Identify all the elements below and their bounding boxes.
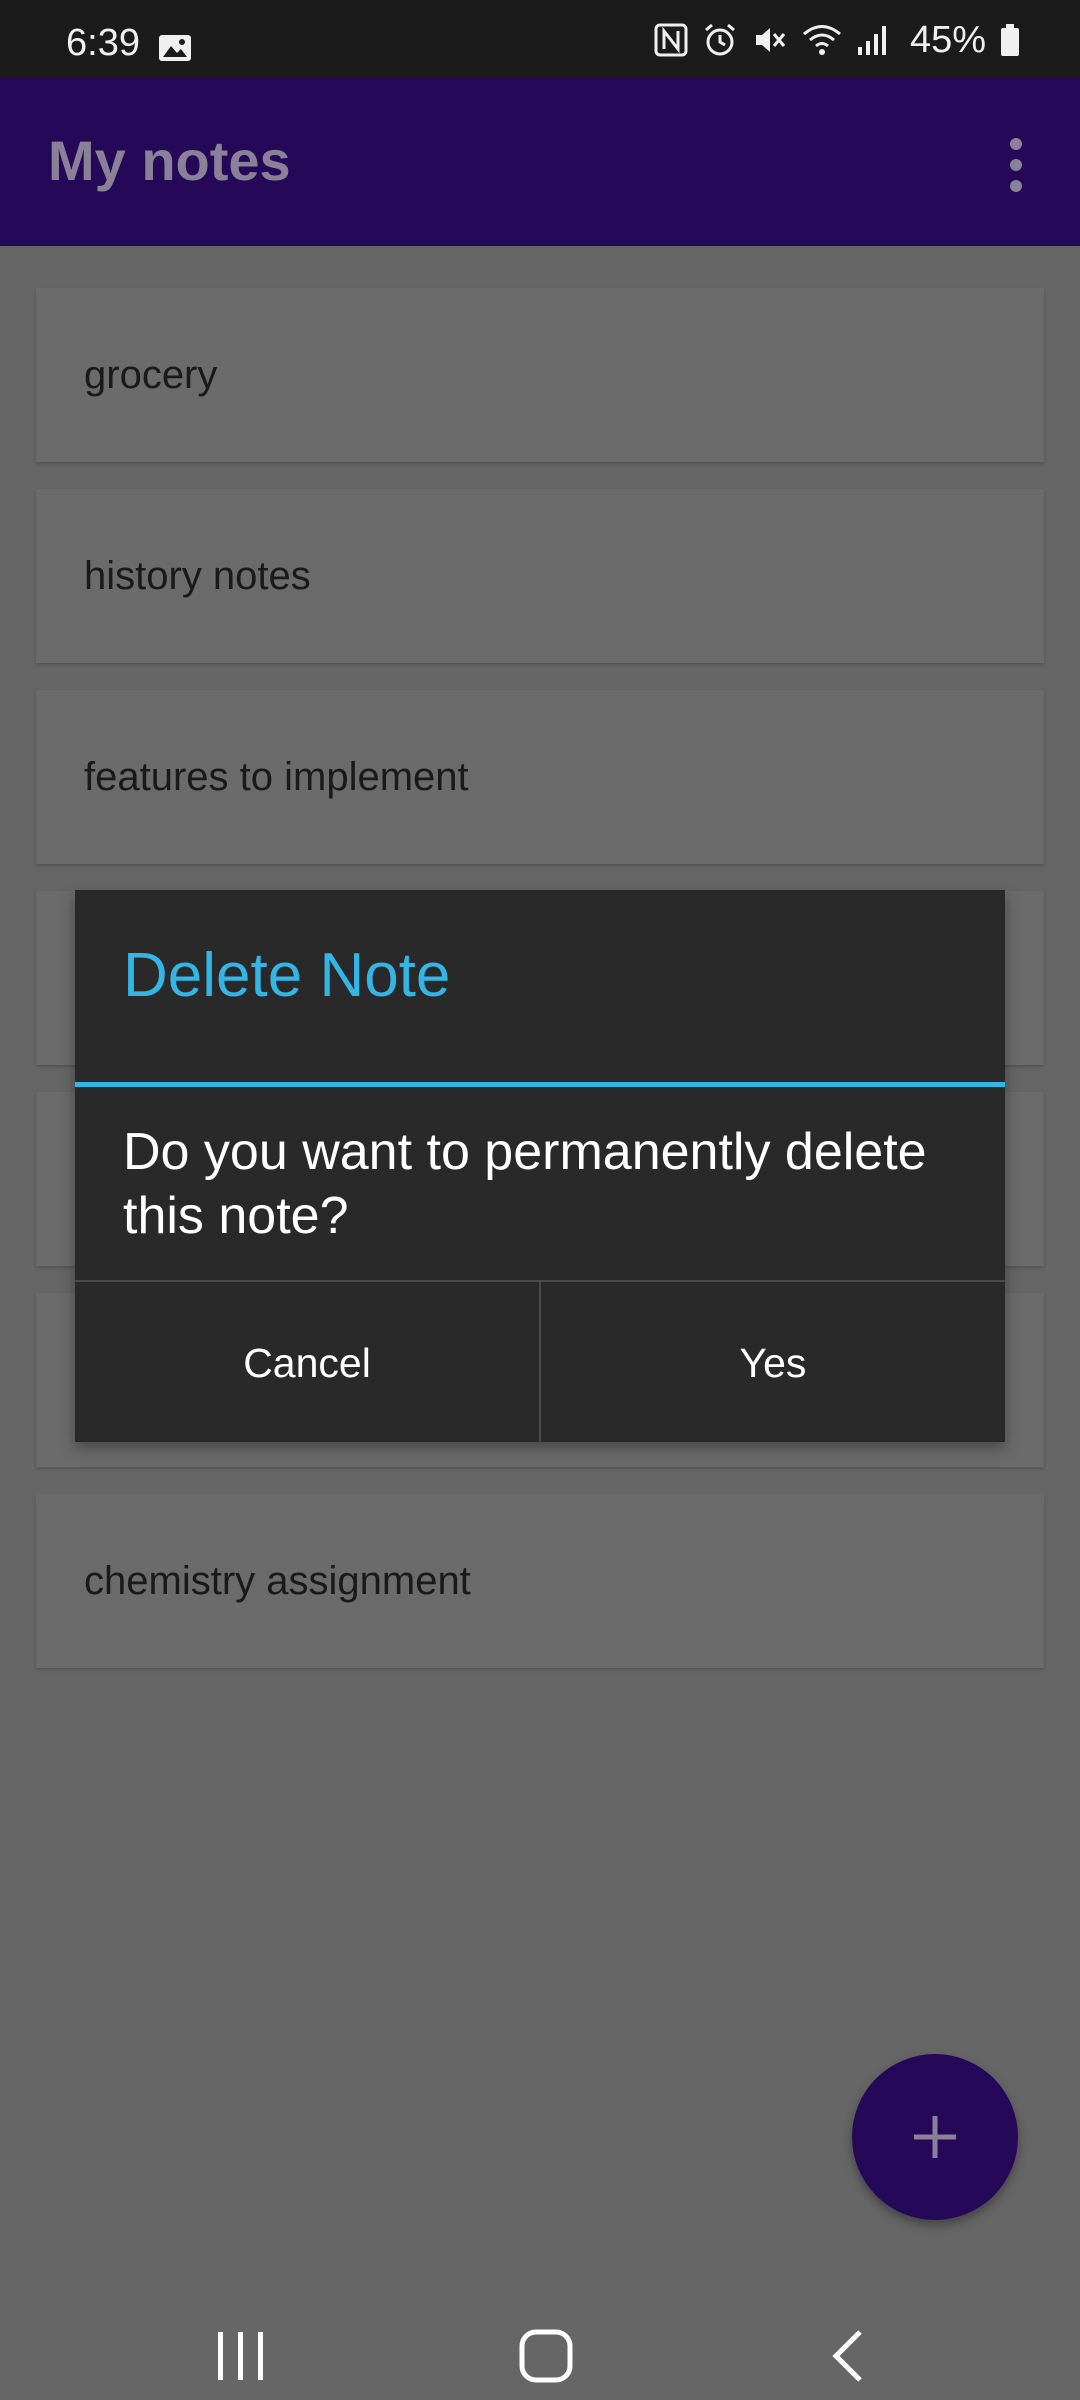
app-bar: My notes bbox=[0, 78, 1080, 246]
note-card[interactable]: chemistry assignment bbox=[36, 1494, 1044, 1668]
note-card[interactable]: grocery bbox=[36, 288, 1044, 462]
nfc-icon bbox=[654, 23, 688, 57]
battery-percent: 45% bbox=[909, 18, 986, 61]
recents-icon[interactable] bbox=[215, 2330, 267, 2382]
page-title: My notes bbox=[48, 129, 291, 192]
status-bar: 6:39 45% bbox=[0, 0, 1080, 78]
status-time: 6:39 bbox=[66, 22, 140, 64]
delete-note-dialog: Delete Note Do you want to permanently d… bbox=[75, 890, 1005, 1444]
wifi-icon bbox=[802, 25, 841, 55]
gallery-icon bbox=[159, 35, 191, 61]
alarm-icon bbox=[704, 23, 735, 56]
back-icon[interactable] bbox=[828, 2328, 868, 2384]
note-card[interactable]: features to implement bbox=[36, 690, 1044, 864]
home-icon[interactable] bbox=[518, 2328, 574, 2384]
note-title: grocery bbox=[84, 353, 218, 397]
signal-icon bbox=[857, 26, 886, 55]
more-options-button[interactable] bbox=[994, 130, 1038, 200]
dialog-message: Do you want to permanently delete this n… bbox=[123, 1123, 927, 1245]
note-card[interactable]: history notes bbox=[36, 489, 1044, 663]
navigation-bar bbox=[0, 2250, 1080, 2400]
dialog-button-bar: Cancel Yes bbox=[75, 1280, 1005, 1444]
plus-icon bbox=[914, 2116, 956, 2158]
add-note-button[interactable] bbox=[852, 2054, 1018, 2220]
note-title: features to implement bbox=[84, 755, 469, 799]
more-vertical-icon bbox=[1010, 138, 1022, 150]
dialog-title: Delete Note bbox=[123, 941, 451, 1010]
status-icons: 45% bbox=[654, 18, 1020, 62]
cancel-button[interactable]: Cancel bbox=[75, 1282, 539, 1444]
dialog-divider bbox=[75, 1082, 1005, 1087]
note-title: history notes bbox=[84, 554, 311, 598]
note-title: chemistry assignment bbox=[84, 1559, 471, 1603]
battery-icon bbox=[1001, 24, 1019, 56]
mute-icon bbox=[755, 28, 786, 52]
confirm-delete-button[interactable]: Yes bbox=[539, 1282, 1005, 1444]
